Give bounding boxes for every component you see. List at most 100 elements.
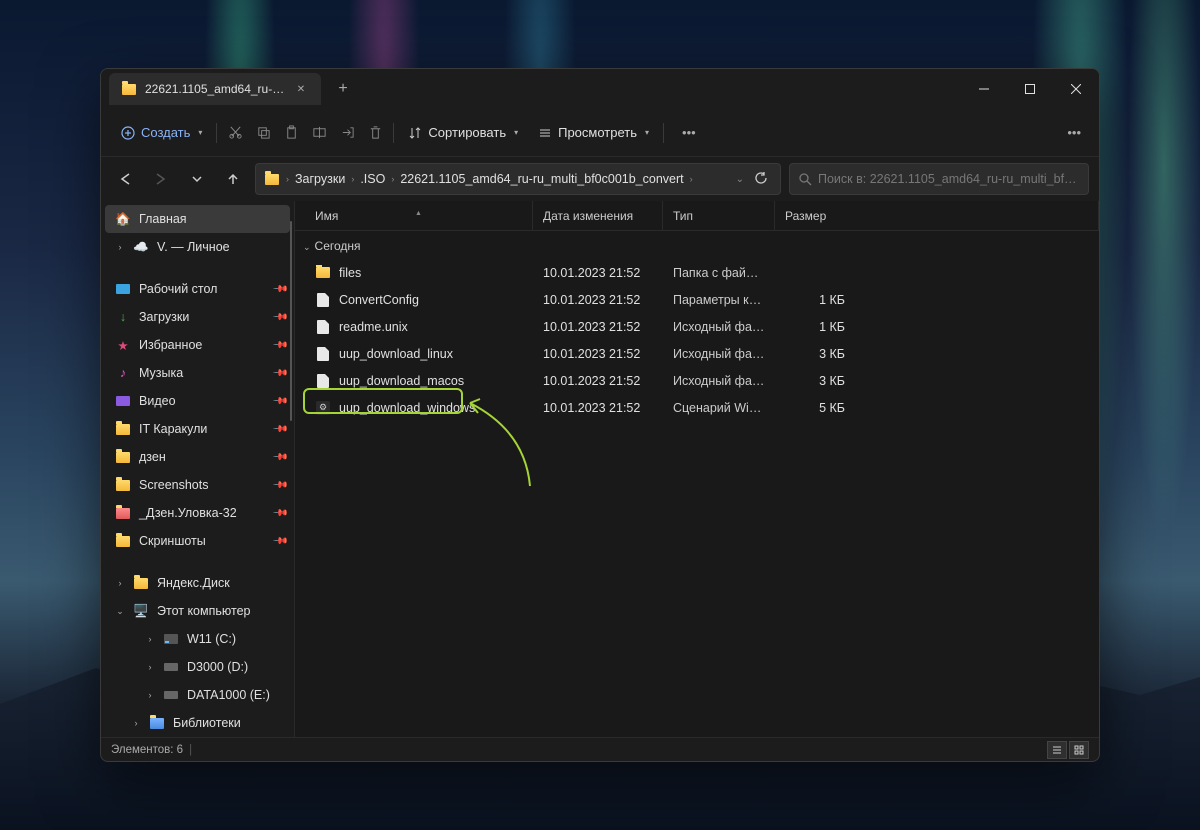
refresh-button[interactable] [750,171,772,188]
sidebar-drive[interactable]: › D3000 (D:) [101,653,294,681]
folder-icon [115,533,131,549]
file-row[interactable]: uup_download_macos10.01.2023 21:52Исходн… [295,367,1099,394]
sidebar-quick-item[interactable]: IT Каракули📌 [101,415,294,443]
search-icon [798,172,812,186]
folder-icon [121,81,137,97]
sidebar-item-label: Избранное [139,338,202,352]
sidebar-drive[interactable]: ›DATA1000 (E:) [101,681,294,709]
group-header[interactable]: ⌄Сегодня [295,233,1099,259]
copy-button[interactable] [249,117,277,149]
file-row[interactable]: files10.01.2023 21:52Папка с файлами [295,259,1099,286]
recent-button[interactable] [183,165,211,193]
file-icon [315,319,331,335]
sidebar-home[interactable]: 🏠 Главная [105,205,290,233]
sidebar-onedrive[interactable]: › ☁️ V. — Личное [101,233,294,261]
drive-label: D3000 (D:) [187,660,248,674]
sidebar-drive[interactable]: ›W11 (C:) [101,625,294,653]
delete-button[interactable] [361,117,389,149]
column-type[interactable]: Тип [663,201,775,230]
chevron-down-icon[interactable]: ⌄ [115,606,125,617]
share-button[interactable] [333,117,361,149]
file-name: ConvertConfig [339,293,419,307]
column-headers: Имя Дата изменения Тип Размер [295,201,1099,231]
column-date[interactable]: Дата изменения [533,201,663,230]
chevron-down-icon[interactable]: ⌄ [730,174,750,185]
sort-button[interactable]: Сортировать▾ [398,117,528,149]
pin-icon: 📌 [271,477,288,494]
search-input[interactable]: Поиск в: 22621.1105_amd64_ru-ru_multi_bf… [789,163,1089,195]
file-name: files [339,266,361,280]
column-name[interactable]: Имя [295,201,533,230]
address-bar[interactable]: › Загрузки › .ISO › 22621.1105_amd64_ru-… [255,163,781,195]
status-bar: Элементов: 6 | [101,737,1099,761]
breadcrumb-item[interactable]: 22621.1105_amd64_ru-ru_multi_bf0c001b_co… [396,172,687,186]
sort-icon [408,126,422,140]
breadcrumb-item[interactable]: Загрузки [291,172,349,186]
sidebar-item-label: Загрузки [139,310,189,324]
sidebar-quick-item[interactable]: Рабочий стол📌 [101,275,294,303]
chevron-right-icon[interactable]: › [115,578,125,588]
item-count: Элементов: 6 [111,744,183,756]
file-date: 10.01.2023 21:52 [533,293,663,307]
chevron-right-icon[interactable]: › [145,662,155,672]
close-tab-icon[interactable]: ✕ [293,81,309,97]
pin-icon: 📌 [271,281,288,298]
maximize-button[interactable] [1007,69,1053,109]
large-icons-view-button[interactable] [1069,741,1089,759]
back-button[interactable] [111,165,139,193]
sidebar-quick-item[interactable]: дзен📌 [101,443,294,471]
view-button[interactable]: Просмотреть▾ [528,117,659,149]
sidebar-this-pc[interactable]: ⌄ 🖥️ Этот компьютер [101,597,294,625]
file-type: Сценарий Windows [663,401,775,415]
download-icon: ↓ [115,309,131,325]
sidebar-item-label: Screenshots [139,478,208,492]
new-tab-button[interactable]: + [327,73,359,105]
file-size: 3 КБ [775,374,855,388]
sidebar-libraries[interactable]: › Библиотеки [101,709,294,737]
tab-current[interactable]: 22621.1105_amd64_ru-ru_mu ✕ [109,73,321,105]
new-button[interactable]: Создать▾ [111,117,212,149]
chevron-right-icon[interactable]: › [115,242,125,252]
up-button[interactable] [219,165,247,193]
file-row[interactable]: uup_download_linux10.01.2023 21:52Исходн… [295,340,1099,367]
sidebar-quick-item[interactable]: Screenshots 📌 [101,471,294,499]
drive-icon [163,631,179,647]
home-icon: 🏠 [115,211,131,227]
separator [663,123,664,143]
column-size[interactable]: Размер [775,201,1099,230]
sidebar-quick-item[interactable]: ★Избранное📌 [101,331,294,359]
chevron-down-icon: ▾ [198,128,202,137]
chevron-right-icon: › [284,174,291,184]
file-row[interactable]: readme.unix10.01.2023 21:52Исходный файл… [295,313,1099,340]
sidebar-quick-item[interactable]: Видео📌 [101,387,294,415]
bat-icon [315,400,331,416]
breadcrumb-item[interactable]: .ISO [356,172,389,186]
file-name: readme.unix [339,320,408,334]
sidebar-item-label: IT Каракули [139,422,207,436]
forward-button[interactable] [147,165,175,193]
details-view-button[interactable] [1047,741,1067,759]
plus-circle-icon [121,126,135,140]
file-row[interactable]: ConvertConfig10.01.2023 21:52Параметры к… [295,286,1099,313]
cut-button[interactable] [221,117,249,149]
rename-button[interactable] [305,117,333,149]
sidebar-quick-item[interactable]: ♪Музыка📌 [101,359,294,387]
chevron-right-icon[interactable]: › [145,634,155,644]
sidebar-quick-item[interactable]: ↓Загрузки📌 [101,303,294,331]
file-size: 5 КБ [775,401,855,415]
paste-button[interactable] [277,117,305,149]
details-button[interactable]: ••• [1059,117,1089,149]
more-button[interactable]: ••• [672,117,706,149]
chevron-right-icon[interactable]: › [131,718,141,728]
music-icon: ♪ [115,365,131,381]
chevron-right-icon[interactable]: › [145,690,155,700]
minimize-button[interactable] [961,69,1007,109]
pc-icon: 🖥️ [133,603,149,619]
close-button[interactable] [1053,69,1099,109]
file-row[interactable]: uup_download_windows10.01.2023 21:52Сцен… [295,394,1099,421]
sidebar-quick-item[interactable]: _Дзен.Уловка-32📌 [101,499,294,527]
window-controls [961,69,1099,109]
sidebar-quick-item[interactable]: Скриншоты📌 [101,527,294,555]
titlebar: 22621.1105_amd64_ru-ru_mu ✕ + [101,69,1099,109]
sidebar-yandex-disk[interactable]: › Яндекс.Диск [101,569,294,597]
